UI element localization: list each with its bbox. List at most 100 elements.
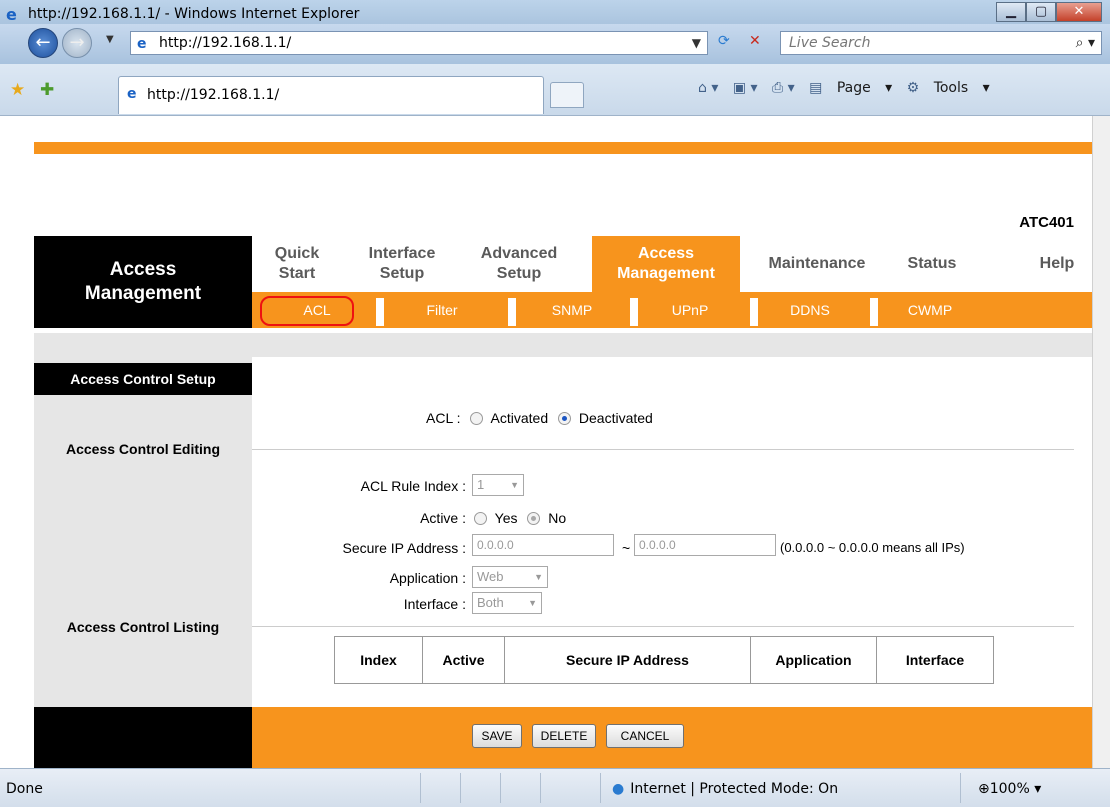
print-icon[interactable]: ⎙ ▾ (772, 80, 795, 96)
address-field[interactable]: e http://192.168.1.1/ ▼ (130, 31, 708, 55)
save-button[interactable]: SAVE (472, 724, 522, 748)
minimize-button[interactable]: ▁ (996, 2, 1026, 22)
secure-ip-from-input[interactable]: 0.0.0.0 (472, 534, 614, 556)
submenu-filter[interactable]: Filter (392, 292, 492, 328)
menu-maintenance[interactable]: Maintenance (752, 254, 882, 274)
footer-buttons: SAVE DELETE CANCEL (252, 707, 1092, 768)
divider (252, 449, 1074, 450)
search-placeholder: Live Search (789, 35, 871, 51)
browser-tab[interactable]: e http://192.168.1.1/ (118, 76, 544, 114)
active-yes-label: Yes (494, 510, 518, 526)
maximize-button[interactable]: ▢ (1026, 2, 1056, 22)
col-active: Active (423, 637, 505, 683)
stop-icon[interactable]: ✕ (749, 33, 761, 49)
col-application: Application (751, 637, 877, 683)
submenu-cwmp[interactable]: CWMP (880, 292, 980, 328)
active-radios: Yes No (468, 510, 566, 526)
submenu-ddns[interactable]: DDNS (760, 292, 860, 328)
secure-ip-to-input[interactable]: 0.0.0.0 (634, 534, 776, 556)
menu-interface-setup[interactable]: Interface Setup (352, 244, 452, 284)
status-bar: Done ● Internet | Protected Mode: On ⊕100… (0, 768, 1110, 807)
tab-title: http://192.168.1.1/ (147, 87, 280, 103)
access-control-setup-header: Access Control Setup (34, 363, 252, 395)
globe-icon: ● (612, 781, 625, 797)
secure-ip-label: Secure IP Address : (342, 540, 466, 556)
active-no-label: No (548, 510, 567, 526)
cancel-button[interactable]: CANCEL (606, 724, 684, 748)
menu-advanced-setup[interactable]: Advanced Setup (474, 244, 564, 284)
page-menu[interactable]: ▤ Page ▾ (809, 80, 892, 96)
acl-activated-radio[interactable] (470, 412, 484, 425)
status-separator (600, 773, 601, 803)
menu-status[interactable]: Status (892, 254, 972, 274)
status-text: Done (6, 781, 43, 797)
forward-button[interactable]: → (62, 28, 92, 58)
left-column: Access Control Setup Access Control Edit… (34, 357, 252, 707)
vertical-scrollbar[interactable] (1092, 116, 1110, 768)
menu-quick-start[interactable]: Quick Start (262, 244, 332, 284)
delete-button[interactable]: DELETE (532, 724, 596, 748)
acl-highlight-annotation (260, 296, 354, 326)
zoom-control[interactable]: ⊕100% ▾ (978, 781, 1041, 797)
divider (252, 626, 1074, 627)
interface-select[interactable]: Both ▼ (472, 592, 542, 614)
page-icon: e (137, 36, 147, 52)
submenu-separator (508, 298, 516, 326)
status-separator (420, 773, 421, 803)
interface-label: Interface : (403, 596, 466, 612)
ip-range-note: (0.0.0.0 ~ 0.0.0.0 means all IPs) (780, 540, 965, 555)
grey-band (34, 333, 1092, 357)
submenu-upnp[interactable]: UPnP (640, 292, 740, 328)
refresh-icon[interactable]: ⟳ (718, 33, 730, 49)
rule-index-label: ACL Rule Index : (360, 478, 466, 494)
active-yes-radio[interactable] (474, 512, 487, 525)
search-icon[interactable]: ⌕ ▾ (1076, 32, 1095, 54)
status-separator (960, 773, 961, 803)
active-no-radio[interactable] (527, 512, 541, 525)
close-button[interactable]: ✕ (1056, 2, 1102, 22)
acl-row: ACL : Activated Deactivated (426, 410, 653, 426)
top-accent-bar (34, 142, 1092, 154)
router-page: ATC401 Access Management Quick Start Inte… (16, 116, 1092, 768)
search-input[interactable]: Live Search ⌕ ▾ (780, 31, 1102, 55)
history-dropdown-icon[interactable]: ▼ (106, 34, 114, 45)
address-text: http://192.168.1.1/ (159, 35, 292, 51)
favorites-star-icon[interactable]: ★ (10, 80, 25, 100)
submenu-separator (750, 298, 758, 326)
access-control-editing-label: Access Control Editing (65, 441, 221, 457)
add-favorites-icon[interactable]: ✚ (40, 80, 54, 100)
zoom-icon: ⊕ (978, 781, 990, 797)
rule-index-select[interactable]: 1 ▼ (472, 474, 524, 496)
footer-left (34, 707, 252, 768)
acl-deactivated-radio[interactable] (558, 412, 571, 425)
col-index: Index (335, 637, 423, 683)
application-select[interactable]: Web ▼ (472, 566, 548, 588)
tab-page-icon: e (127, 86, 137, 102)
status-separator (500, 773, 501, 803)
status-separator (460, 773, 461, 803)
acl-listing-table: Index Active Secure IP Address Applicati… (334, 636, 994, 684)
back-button[interactable]: ← (28, 28, 58, 58)
submenu-separator (376, 298, 384, 326)
sub-menu: ACL Filter SNMP UPnP DDNS CWMP (252, 292, 1092, 328)
acl-deactivated-label: Deactivated (578, 410, 653, 426)
menu-help[interactable]: Help (1022, 254, 1092, 274)
submenu-separator (870, 298, 878, 326)
submenu-snmp[interactable]: SNMP (522, 292, 622, 328)
status-separator (540, 773, 541, 803)
home-icon[interactable]: ⌂ ▾ (698, 80, 718, 96)
command-bar: ⌂ ▾ ▣ ▾ ⎙ ▾ ▤ Page ▾ ⚙ Tools ▾ (698, 80, 1000, 96)
tab-bar: ★ ✚ e http://192.168.1.1/ ⌂ ▾ ▣ ▾ ⎙ ▾ ▤ … (0, 64, 1110, 116)
window-title: http://192.168.1.1/ - Windows Internet E… (28, 6, 360, 22)
submenu-separator (630, 298, 638, 326)
application-label: Application : (389, 570, 466, 586)
col-secure-ip: Secure IP Address (505, 637, 751, 683)
feeds-icon[interactable]: ▣ ▾ (733, 80, 758, 96)
new-tab-button[interactable] (550, 82, 584, 108)
menu-access-management[interactable]: Access Management (592, 236, 740, 292)
security-zone[interactable]: ● Internet | Protected Mode: On (612, 781, 838, 797)
ie-icon: e (6, 5, 17, 24)
address-dropdown-icon[interactable]: ▼ (692, 32, 701, 54)
tools-menu[interactable]: ⚙ Tools ▾ (907, 80, 990, 96)
active-label: Active : (420, 510, 466, 526)
